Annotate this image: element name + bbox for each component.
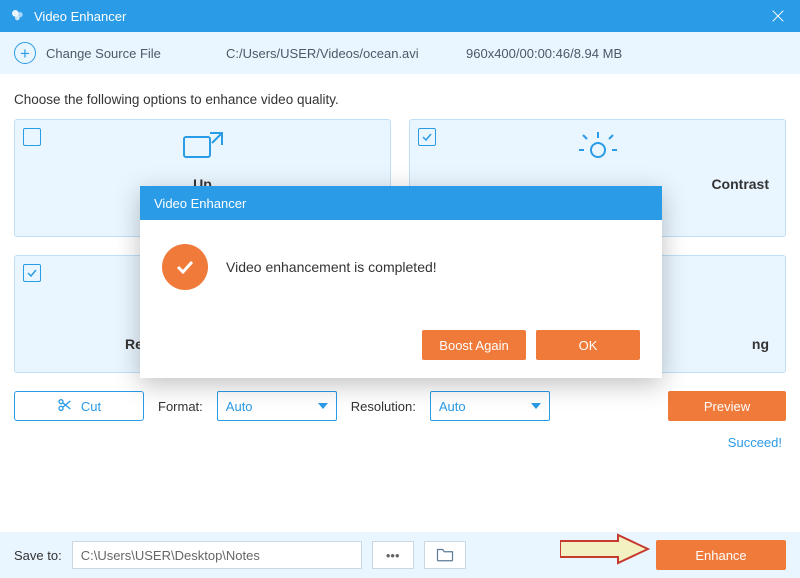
modal-overlay: Video Enhancer Video enhancement is comp…: [0, 0, 800, 578]
ok-button[interactable]: OK: [536, 330, 640, 360]
completion-dialog: Video Enhancer Video enhancement is comp…: [140, 186, 662, 378]
check-circle-icon: [162, 244, 208, 290]
boost-again-button[interactable]: Boost Again: [422, 330, 526, 360]
dialog-title: Video Enhancer: [140, 186, 662, 220]
dialog-message: Video enhancement is completed!: [226, 259, 437, 275]
